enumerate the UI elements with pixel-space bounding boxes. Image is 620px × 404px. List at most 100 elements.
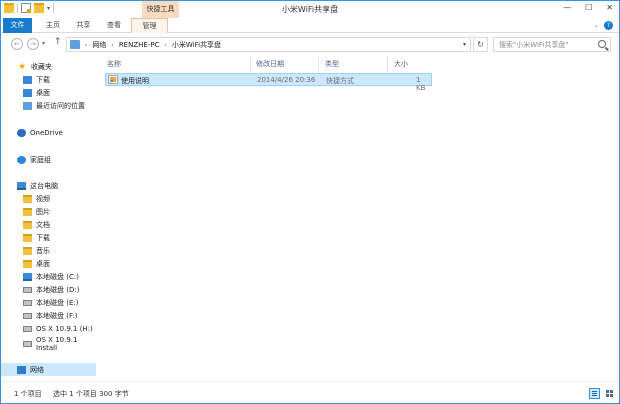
tab-file[interactable]: 文件 — [3, 18, 32, 33]
file-name: 使用说明 — [121, 77, 149, 85]
nav-label: 这台电脑 — [30, 181, 58, 190]
maximize-button[interactable]: ☐ — [585, 3, 592, 12]
search-icon[interactable] — [598, 40, 606, 48]
tab-share[interactable]: 共享 — [71, 18, 96, 33]
search-input[interactable]: 搜索"小米WiFi共享盘" — [499, 40, 569, 50]
file-type: 快捷方式 — [326, 77, 354, 85]
nav-item-desktop[interactable]: 桌面 — [1, 86, 96, 99]
nav-item-documents[interactable]: 文档 — [1, 218, 96, 231]
nav-label: 收藏夹 — [31, 62, 52, 71]
window-controls: — ☐ ✕ — [563, 3, 613, 12]
hard-drive-icon — [23, 312, 32, 319]
computer-icon — [17, 181, 26, 190]
shortcut-icon — [108, 75, 118, 85]
nav-item-downloads[interactable]: 下载 — [1, 73, 96, 86]
details-view-button[interactable] — [589, 388, 600, 399]
windows-drive-icon — [23, 272, 32, 281]
nav-item-drive-c[interactable]: 本地磁盘 (C:) — [1, 270, 96, 283]
nav-network[interactable]: 网络 — [1, 363, 96, 376]
back-button[interactable]: ← — [11, 38, 23, 50]
address-history-dropdown-icon[interactable]: ▾ — [463, 41, 466, 48]
large-icons-view-button[interactable] — [604, 388, 615, 399]
hard-drive-icon — [23, 340, 32, 347]
nav-label: 桌面 — [36, 259, 50, 268]
close-button[interactable]: ✕ — [606, 3, 613, 12]
column-header-size[interactable]: 大小 — [394, 59, 408, 69]
nav-item-desktop-pc[interactable]: 桌面 — [1, 257, 96, 270]
downloads-folder-icon — [23, 233, 32, 242]
hard-drive-icon — [23, 325, 32, 332]
column-header-date[interactable]: 修改日期 — [256, 59, 284, 69]
nav-item-drive-f[interactable]: 本地磁盘 (F:) — [1, 309, 96, 322]
search-box[interactable]: 搜索"小米WiFi共享盘" — [493, 37, 611, 52]
file-date: 2014/4/26 20:36 — [257, 76, 316, 84]
nav-item-recent-places[interactable]: 最近访问的位置 — [1, 99, 96, 112]
documents-folder-icon — [23, 220, 32, 229]
nav-item-drive-d[interactable]: 本地磁盘 (D:) — [1, 283, 96, 296]
nav-item-drive-h[interactable]: OS X 10.9.1 (H:) — [1, 322, 96, 335]
nav-label: 网络 — [30, 365, 44, 374]
nav-favorites[interactable]: ★ 收藏夹 — [1, 60, 96, 73]
nav-label: 图片 — [36, 207, 50, 216]
nav-label: OS X 10.9.1 (H:) — [36, 324, 93, 333]
nav-label: 桌面 — [36, 88, 50, 97]
refresh-button[interactable]: ↻ — [473, 37, 488, 52]
column-divider[interactable] — [318, 57, 319, 71]
navigation-bar: ← → ▾ ↑ › 网络 › RENZHE-PC › 小米WiFi共享盘 ▾ ↻… — [1, 33, 619, 55]
breadcrumb-separator[interactable]: › — [111, 42, 113, 49]
videos-folder-icon — [23, 194, 32, 203]
desktop-folder-icon — [23, 88, 32, 97]
nav-label: OS X 10.9.1 Install — [36, 335, 78, 352]
nav-onedrive[interactable]: OneDrive — [1, 126, 96, 139]
window-title: 小米WiFi共享盘 — [281, 5, 339, 14]
star-icon: ★ — [17, 61, 27, 72]
breadcrumb-share-folder[interactable]: 小米WiFi共享盘 — [172, 40, 221, 50]
nav-label: 下载 — [36, 75, 50, 84]
nav-homegroup[interactable]: 家庭组 — [1, 153, 96, 166]
nav-item-drive-e[interactable]: 本地磁盘 (E:) — [1, 296, 96, 309]
column-divider[interactable] — [387, 57, 388, 71]
help-icon[interactable]: ? — [604, 21, 613, 30]
status-selection: 选中 1 个项目 300 字节 — [53, 390, 129, 398]
breadcrumb-separator[interactable]: › — [85, 42, 87, 49]
breadcrumb-network[interactable]: 网络 — [92, 40, 106, 50]
tab-manage[interactable]: 管理 — [131, 18, 168, 33]
nav-label: 视频 — [36, 194, 50, 203]
recent-places-icon — [23, 101, 32, 110]
nav-label: 本地磁盘 (C:) — [36, 272, 79, 281]
tab-home[interactable]: 主页 — [39, 18, 67, 33]
desktop-folder-icon — [23, 259, 32, 268]
recent-locations-dropdown-icon[interactable]: ▾ — [42, 40, 45, 47]
status-item-count: 1 个项目 — [14, 390, 42, 398]
onedrive-cloud-icon — [17, 128, 26, 137]
minimize-button[interactable]: — — [563, 3, 571, 12]
nav-item-downloads-pc[interactable]: 下载 — [1, 231, 96, 244]
nav-label: 音乐 — [36, 246, 50, 255]
up-one-level-button[interactable]: ↑ — [54, 37, 62, 47]
column-header-name[interactable]: 名称 — [107, 59, 121, 69]
column-divider[interactable] — [250, 57, 251, 71]
nav-item-videos[interactable]: 视频 — [1, 192, 96, 205]
ribbon-tabs: 文件 主页 共享 查看 管理 ⌄ ? — [1, 18, 619, 33]
nav-label: 最近访问的位置 — [36, 101, 85, 110]
address-bar[interactable]: › 网络 › RENZHE-PC › 小米WiFi共享盘 ▾ — [66, 37, 471, 52]
column-header-type[interactable]: 类型 — [325, 59, 339, 69]
nav-item-osx-install[interactable]: OS X 10.9.1 Install — [1, 335, 96, 352]
nav-label: 本地磁盘 (F:) — [36, 311, 78, 320]
tab-view[interactable]: 查看 — [100, 18, 128, 33]
forward-button[interactable]: → — [27, 38, 39, 50]
nav-item-pictures[interactable]: 图片 — [1, 205, 96, 218]
nav-item-music[interactable]: 音乐 — [1, 244, 96, 257]
file-size: 1 KB — [416, 76, 426, 92]
ribbon-right-controls: ⌄ ? — [594, 21, 613, 30]
table-row[interactable]: 使用说明 2014/4/26 20:36 快捷方式 1 KB — [105, 73, 432, 92]
expand-ribbon-icon[interactable]: ⌄ — [594, 22, 599, 29]
hard-drive-icon — [23, 286, 32, 293]
breadcrumb-renzhe-pc[interactable]: RENZHE-PC — [119, 41, 160, 49]
file-list: 名称 修改日期 类型 大小 使用说明 2014/4/26 20:36 快捷方式 … — [96, 55, 619, 381]
nav-this-pc[interactable]: 这台电脑 — [1, 179, 96, 192]
breadcrumb-separator[interactable]: › — [164, 42, 166, 49]
status-bar: 1 个项目 选中 1 个项目 300 字节 — [1, 381, 619, 403]
hard-drive-icon — [23, 299, 32, 306]
nav-label: 下载 — [36, 233, 50, 242]
